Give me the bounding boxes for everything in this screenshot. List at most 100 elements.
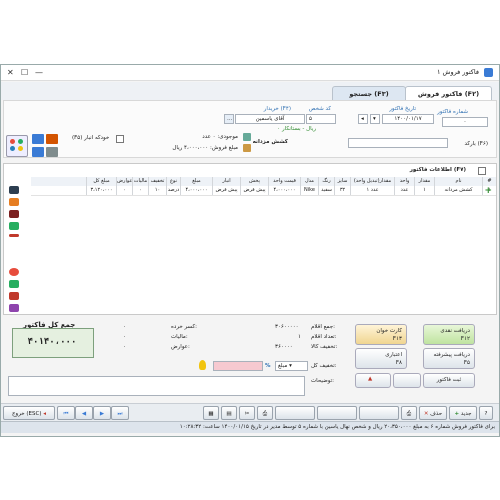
barcode-field[interactable]: [348, 138, 448, 148]
exit-button[interactable]: خروج (ESC) ◂: [3, 406, 55, 420]
print-row-icon[interactable]: [9, 186, 19, 194]
total-value: ۴۰۱۴۰،۰۰۰: [27, 337, 77, 347]
delete-button[interactable]: ✕ حذف: [419, 406, 447, 420]
exit-icon: ◂: [43, 411, 47, 417]
add-item-icon[interactable]: [9, 222, 19, 230]
main-toolbar: ? + جدید ✕ حذف ⎙ ⎙ ✂ ▤ ▦ ⏭ ▶ ◀ ⏮ خروج (E…: [1, 403, 499, 421]
invoice-date-field[interactable]: ۱۴۰۰/۰۱/۱۷: [382, 114, 434, 124]
color-palette-icon[interactable]: [6, 135, 28, 157]
duties-label: عوارض:: [171, 344, 190, 350]
delete-icon[interactable]: [9, 292, 19, 300]
date-prev-icon[interactable]: ◂: [358, 114, 368, 124]
cell-total: ۳،۱۲۰،۰۰۰: [86, 186, 116, 195]
window-title: فاکتور فروش ۱: [436, 68, 479, 76]
cell-tax: ۰: [132, 186, 148, 195]
col-warehouse[interactable]: انبار: [212, 177, 240, 186]
col-discount[interactable]: تخفیف: [148, 177, 166, 186]
cell-type: درصد: [166, 186, 180, 195]
col-distribution[interactable]: پخش: [240, 177, 268, 186]
cell-distribution: پیش فرض: [240, 186, 268, 195]
col-name[interactable]: نام: [434, 177, 482, 186]
send-invoice-button[interactable]: [275, 406, 315, 420]
info-icon[interactable]: [32, 134, 44, 144]
scale-icon[interactable]: [46, 147, 58, 157]
maximize-window-icon[interactable]: ☐: [21, 68, 28, 77]
lightbulb-icon[interactable]: [199, 360, 206, 370]
prev-record-icon[interactable]: ◀: [75, 406, 93, 420]
discount-type-select[interactable]: مبلغ ▾: [275, 361, 308, 371]
folder-icon[interactable]: [9, 210, 19, 218]
new-button[interactable]: + جدید: [449, 406, 477, 420]
col-unit-price[interactable]: قیمت واحد: [268, 177, 300, 186]
edit-row-icon[interactable]: [9, 198, 19, 206]
date-picker-icon[interactable]: ▾: [370, 114, 380, 124]
col-duties[interactable]: عوارض: [116, 177, 132, 186]
summary-panel: جمع کل فاکتور ۴۰۱۴۰،۰۰۰ کسر خرده: ۰ مالی…: [3, 318, 497, 404]
discount-amount-field[interactable]: [213, 361, 263, 371]
col-unit[interactable]: واحد: [394, 177, 414, 186]
alert-icon[interactable]: [9, 268, 19, 276]
col-unit-qty[interactable]: مقدار(تبدیل واحد): [350, 177, 394, 186]
col-qty[interactable]: مقدار: [414, 177, 434, 186]
col-tax[interactable]: مالیات: [132, 177, 148, 186]
col-amount[interactable]: مبلغ: [180, 177, 212, 186]
first-record-icon[interactable]: ⏭: [111, 406, 129, 420]
price-icon: [243, 144, 251, 152]
minimize-window-icon[interactable]: —: [35, 68, 43, 77]
person-code-field[interactable]: ۵: [306, 114, 336, 124]
stock-text: موجودی: ۰ عدد: [202, 134, 238, 140]
next-record-icon[interactable]: ▶: [93, 406, 111, 420]
warehouse-label: (F۵) خودکه انبار: [72, 135, 110, 141]
chart-icon[interactable]: [46, 134, 58, 144]
tab-search[interactable]: جستجو (F۳): [332, 86, 406, 101]
printer-icon[interactable]: ⎙: [257, 406, 273, 420]
check-icon[interactable]: [9, 280, 19, 288]
col-model[interactable]: مدل: [300, 177, 318, 186]
title-bar: ✕ ☐ — فاکتور فروش ۱: [1, 65, 499, 81]
preview-button[interactable]: [317, 406, 357, 420]
description-field[interactable]: [8, 376, 305, 396]
add-row-icon[interactable]: +: [484, 186, 492, 196]
new-icon: +: [454, 411, 460, 417]
details-icon[interactable]: [32, 147, 44, 157]
print-icon[interactable]: ⎙: [401, 406, 417, 420]
credit-button[interactable]: اعتباری F۸: [355, 348, 407, 369]
close-window-icon[interactable]: ✕: [7, 68, 14, 77]
print-invoice-button[interactable]: [359, 406, 399, 420]
credit-label: اعتباری: [385, 352, 402, 358]
invoice-number-field[interactable]: ۰: [442, 117, 488, 127]
buyer-field[interactable]: آقای یاسمین: [235, 114, 305, 124]
calculator-icon[interactable]: ▦: [203, 406, 219, 420]
remove-item-icon[interactable]: [9, 234, 19, 237]
count-items-value: ۱: [298, 334, 301, 340]
tools-icon[interactable]: ✂: [239, 406, 255, 420]
cash-icon-button[interactable]: [393, 373, 421, 388]
sum-items-value: ۳۰۶۰۰۰۰۰: [275, 324, 299, 330]
sum-items-label: جمع اقلام:: [311, 324, 335, 330]
col-size[interactable]: سایز: [334, 177, 350, 186]
col-type[interactable]: نوع: [166, 177, 180, 186]
cash-receive-button[interactable]: دریافت نقدی F۱۲: [423, 324, 475, 345]
delete-label: حذف: [430, 411, 443, 417]
register-invoice-button[interactable]: ثبت فاکتور: [423, 373, 475, 388]
items-expand-icon[interactable]: [478, 167, 486, 175]
help-icon[interactable]: ?: [479, 406, 493, 420]
table-row[interactable]: ۱ کشش مردانه ۱ عدد ۱ عدد ۳۲ سفید Nike ۴،…: [31, 186, 496, 196]
last-record-icon[interactable]: ⏮: [57, 406, 75, 420]
document-icon[interactable]: ▤: [221, 406, 237, 420]
card-reader-button[interactable]: کارت خوان F۱۳: [355, 324, 407, 345]
buyer-search-icon[interactable]: …: [224, 114, 234, 124]
warehouse-checkbox[interactable]: [116, 135, 124, 143]
advance-receive-button[interactable]: دریافت پیشرفته F۵: [423, 348, 475, 369]
settings-icon[interactable]: [9, 304, 19, 312]
col-color[interactable]: رنگ: [318, 177, 334, 186]
description-label: توضیحات:: [311, 378, 334, 384]
cell-warehouse: پیش فرض: [212, 186, 240, 195]
eject-button[interactable]: ▲: [355, 373, 391, 388]
tax-label: مالیات:: [171, 334, 188, 340]
col-total[interactable]: مبلغ کل: [86, 177, 116, 186]
deductions-value: ۰: [123, 324, 126, 330]
percent-sign: %: [265, 363, 271, 369]
col-index[interactable]: #: [482, 177, 496, 186]
cell-unit-qty: ۱ عدد: [350, 186, 394, 195]
